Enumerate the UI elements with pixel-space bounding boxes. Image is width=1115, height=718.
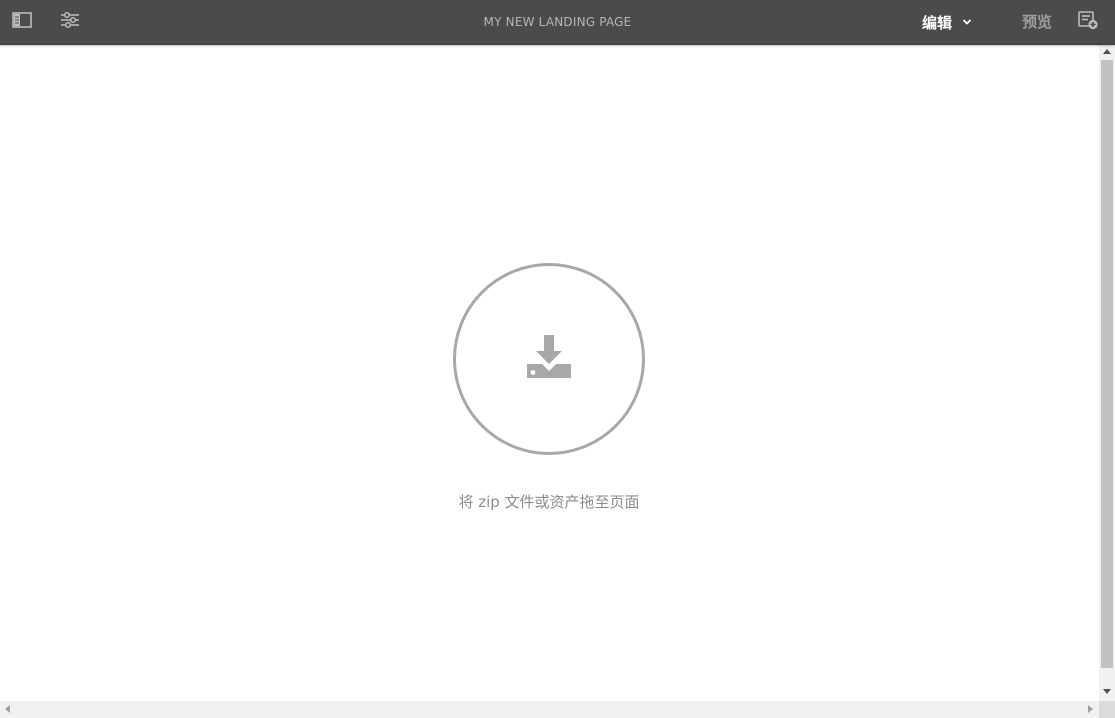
scroll-up-arrow[interactable] [1103,49,1111,54]
scroll-right-arrow[interactable] [1088,705,1093,713]
chevron-down-icon [962,18,972,26]
horizontal-scrollbar[interactable] [0,701,1099,718]
page-properties-button[interactable] [56,8,84,36]
scrollbar-corner [1099,701,1115,718]
mode-label: 编辑 [922,13,953,32]
annotations-icon [1077,10,1099,34]
editor-toolbar: MY NEW LANDING PAGE 编辑 预览 [0,0,1115,45]
scroll-down-arrow[interactable] [1103,689,1111,694]
download-tray-icon [526,334,572,384]
annotations-button[interactable] [1074,8,1102,36]
vertical-scroll-thumb[interactable] [1101,60,1113,668]
page-canvas[interactable]: 将 zip 文件或资产拖至页面 [0,45,1099,701]
drop-instructions: 将 zip 文件或资产拖至页面 [458,493,640,511]
mode-selector[interactable]: 编辑 [914,0,972,44]
side-panel-icon [12,12,32,32]
scroll-left-arrow[interactable] [5,705,10,713]
preview-button[interactable]: 预览 [1022,0,1052,44]
side-panel-toggle-button[interactable] [8,8,36,36]
sliders-icon [60,11,80,32]
drop-zone[interactable] [453,263,645,455]
